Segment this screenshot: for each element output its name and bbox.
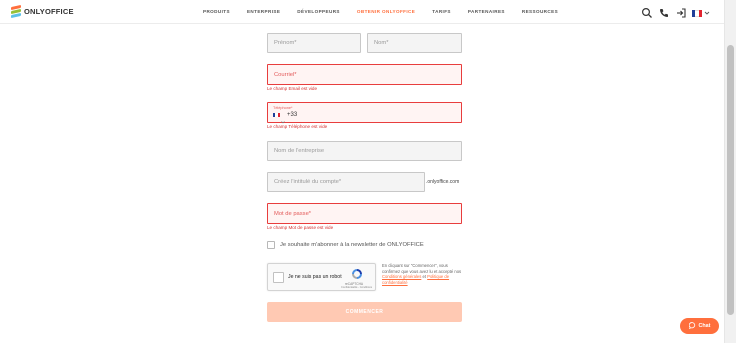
page-scrollbar[interactable]: [724, 0, 736, 343]
nav-item-ressources[interactable]: RESSOURCES: [522, 9, 558, 14]
phone-country-code: +33: [287, 112, 298, 118]
phone-label: Téléphone*: [273, 106, 293, 110]
recaptcha-label: Je ne suis pas un robot: [288, 274, 342, 280]
flag-icon[interactable]: [692, 9, 702, 17]
password-error-message: Le champ Mot de passe est vide: [267, 225, 334, 230]
terms-conditions-link[interactable]: Conditions générales: [382, 274, 421, 279]
nav-item-produits[interactable]: PRODUITS: [203, 9, 230, 14]
main-nav: PRODUITS ENTERPRISE DÉVELOPPEURS OBTENIR…: [203, 9, 558, 14]
phone-country-flag-icon[interactable]: [273, 113, 280, 117]
company-name-field[interactable]: Nom de l'entreprise: [267, 141, 462, 161]
recaptcha-links[interactable]: Confidentialité - Conditions: [341, 286, 372, 289]
email-field[interactable]: Courriel*: [267, 64, 462, 85]
portal-name-field[interactable]: Créez l'intitulé du compte*: [267, 172, 425, 192]
password-placeholder: Mot de passe*: [274, 211, 312, 217]
terms-text-before: En cliquant sur "Commencer", vous confir…: [382, 263, 462, 274]
email-error-message: Le champ Email est vide: [267, 86, 318, 91]
nav-item-developpeurs[interactable]: DÉVELOPPEURS: [297, 9, 340, 14]
brand-name: ONLYOFFICE: [24, 7, 74, 16]
first-name-field[interactable]: Prénom*: [267, 33, 361, 53]
nav-item-partenaires[interactable]: PARTENAIRES: [468, 9, 505, 14]
nav-item-enterprise[interactable]: ENTERPRISE: [247, 9, 280, 14]
chat-bubble-icon: [688, 321, 696, 331]
chevron-down-icon[interactable]: [704, 6, 710, 18]
recaptcha-widget: Je ne suis pas un robot reCAPTCHA Confid…: [267, 263, 376, 291]
phone-error-message: Le champ Téléphone est vide: [267, 124, 328, 129]
logo-mark-icon: [11, 4, 21, 19]
phone-icon[interactable]: [658, 6, 670, 18]
terms-notice: En cliquant sur "Commencer", vous confir…: [382, 263, 464, 285]
chat-button[interactable]: Chat: [680, 318, 719, 334]
nav-item-tarifs[interactable]: TARIFS: [432, 9, 451, 14]
nav-item-obtenir-onlyoffice[interactable]: OBTENIR ONLYOFFICE: [357, 9, 415, 14]
sign-in-icon[interactable]: [675, 6, 687, 18]
last-name-field[interactable]: Nom*: [367, 33, 462, 53]
portal-name-placeholder: Créez l'intitulé du compte*: [274, 179, 342, 185]
company-name-placeholder: Nom de l'entreprise: [274, 148, 325, 154]
recaptcha-checkbox[interactable]: [273, 272, 284, 283]
phone-field[interactable]: Téléphone* +33: [267, 102, 462, 124]
header-icons: [636, 6, 710, 18]
newsletter-checkbox[interactable]: [267, 241, 275, 249]
password-field[interactable]: Mot de passe*: [267, 203, 462, 224]
search-icon[interactable]: [641, 6, 653, 18]
onlyoffice-logo[interactable]: ONLYOFFICE: [11, 4, 74, 19]
last-name-placeholder: Nom*: [374, 40, 389, 46]
newsletter-label: Je souhaite m'abonner à la newsletter de…: [280, 242, 424, 248]
email-placeholder: Courriel*: [274, 72, 297, 78]
first-name-placeholder: Prénom*: [274, 40, 297, 46]
commencer-button[interactable]: COMMENCER: [267, 302, 462, 322]
portal-domain-suffix: .onlyoffice.com: [426, 179, 460, 185]
chat-label: Chat: [698, 323, 711, 329]
scrollbar-thumb[interactable]: [727, 45, 734, 315]
top-navigation-bar: ONLYOFFICE PRODUITS ENTERPRISE DÉVELOPPE…: [0, 0, 724, 24]
